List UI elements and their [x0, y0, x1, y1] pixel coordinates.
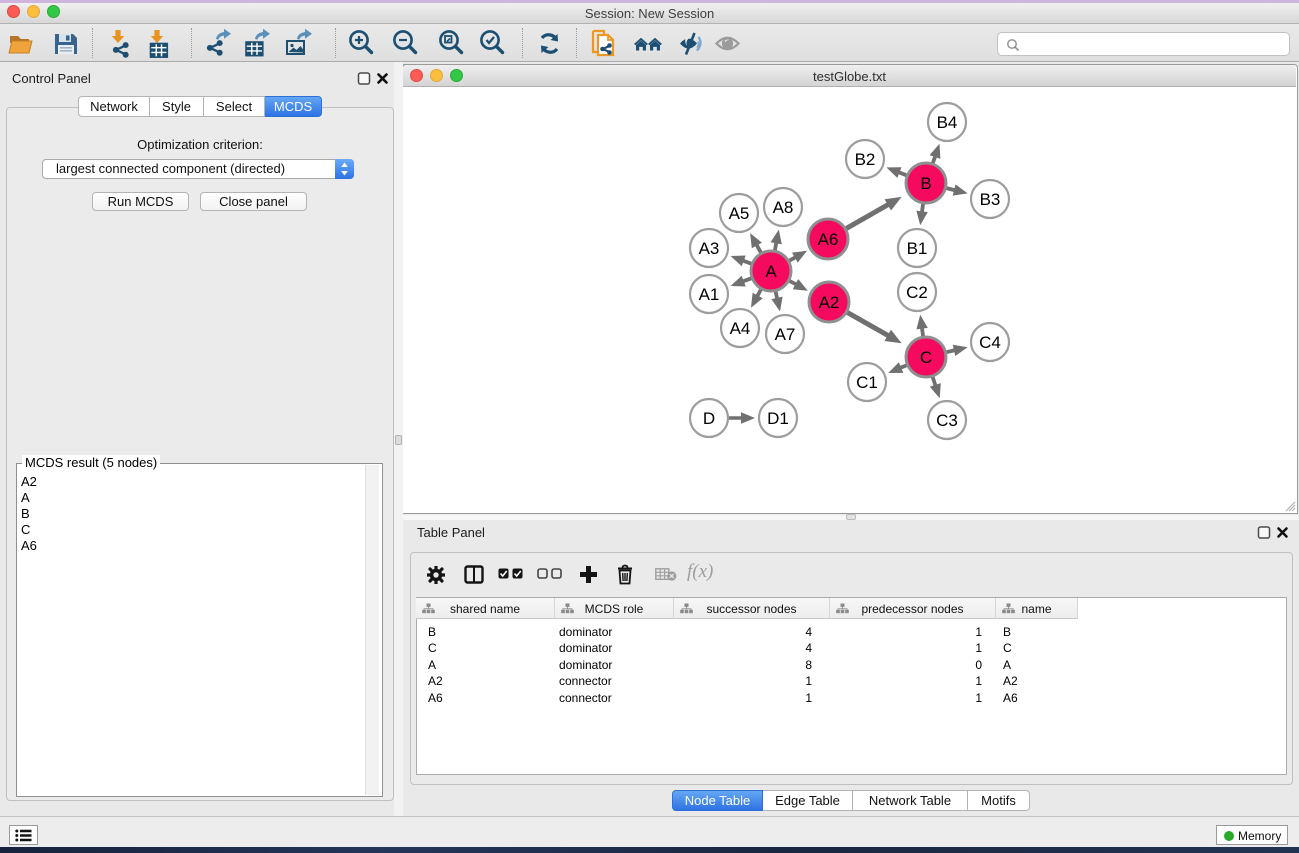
svg-text:C: C	[920, 348, 932, 367]
svg-text:A8: A8	[773, 198, 794, 217]
svg-text:C3: C3	[936, 411, 958, 430]
svg-text:A7: A7	[775, 325, 796, 344]
svg-text:A5: A5	[729, 204, 750, 223]
svg-text:C4: C4	[979, 333, 1001, 352]
svg-text:A4: A4	[730, 319, 751, 338]
svg-text:D: D	[703, 409, 715, 428]
svg-text:B2: B2	[855, 150, 876, 169]
svg-text:C2: C2	[906, 283, 928, 302]
svg-text:A1: A1	[699, 285, 720, 304]
svg-text:D1: D1	[767, 409, 789, 428]
svg-text:A3: A3	[699, 239, 720, 258]
svg-text:A2: A2	[819, 293, 840, 312]
svg-text:B4: B4	[937, 113, 958, 132]
svg-text:C1: C1	[856, 373, 878, 392]
svg-text:B: B	[920, 174, 931, 193]
svg-text:A: A	[765, 262, 777, 281]
svg-text:B1: B1	[907, 239, 928, 258]
svg-text:A6: A6	[818, 230, 839, 249]
svg-text:B3: B3	[980, 190, 1001, 209]
